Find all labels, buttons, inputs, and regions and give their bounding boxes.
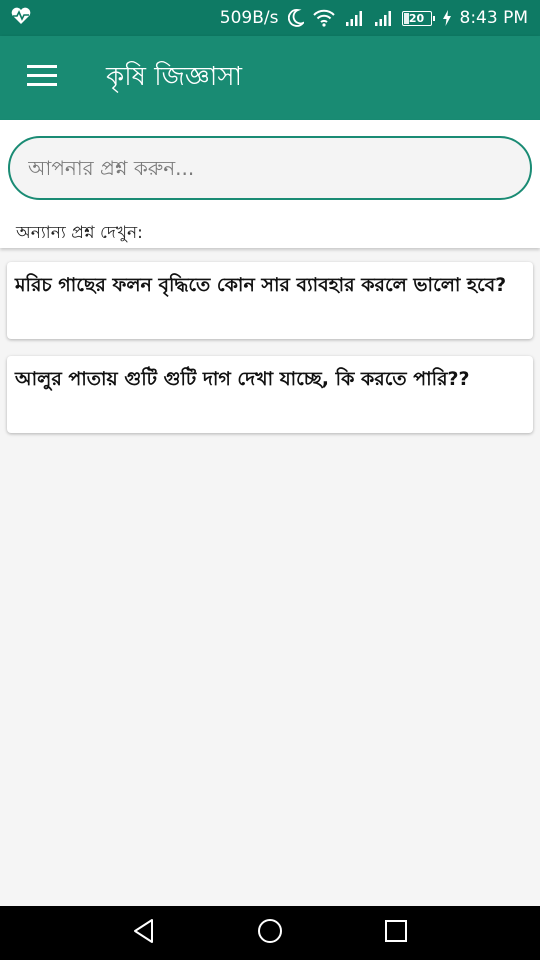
menu-button[interactable] [0, 36, 84, 120]
question-list: মরিচ গাছের ফলন বৃদ্ধিতে কোন সার ব্যাবহার… [7, 262, 533, 450]
moon-icon [287, 9, 304, 27]
app-bar: কৃষি জিজ্ঞাসা [0, 36, 540, 120]
search-panel: অন্যান্য প্রশ্ন দেখুন: [0, 120, 540, 248]
wifi-icon [312, 9, 335, 27]
signal-icon [344, 9, 364, 27]
back-button[interactable] [129, 918, 159, 948]
clock-text: 8:43 PM [459, 8, 529, 28]
status-bar: 509B/s 20 8:43 PM [0, 0, 540, 36]
battery-icon: 20 [401, 10, 435, 26]
question-text: আলুর পাতায় গুটি গুটি দাগ দেখা যাচ্ছে, ক… [15, 368, 470, 390]
battery-level-text: 20 [408, 11, 425, 25]
net-speed-text: 509B/s [219, 8, 279, 28]
question-text: মরিচ গাছের ফলন বৃদ্ধিতে কোন সার ব্যাবহার… [15, 274, 507, 296]
question-search-input[interactable] [8, 136, 532, 200]
question-card[interactable]: আলুর পাতায় গুটি গুটি দাগ দেখা যাচ্ছে, ক… [7, 356, 533, 433]
other-questions-label: অন্যান্য প্রশ্ন দেখুন: [16, 223, 143, 243]
health-icon [10, 6, 32, 31]
home-button[interactable] [255, 918, 285, 948]
hamburger-menu-icon [27, 65, 57, 91]
question-card[interactable]: মরিচ গাছের ফলন বৃদ্ধিতে কোন সার ব্যাবহার… [7, 262, 533, 339]
app-title: কৃষি জিজ্ঞাসা [106, 62, 243, 92]
recents-button[interactable] [381, 918, 411, 948]
back-icon [131, 917, 157, 949]
charging-icon [442, 10, 451, 26]
signal-icon [373, 9, 393, 27]
home-icon [256, 917, 284, 949]
navigation-bar [0, 906, 540, 960]
recents-icon [383, 918, 409, 948]
